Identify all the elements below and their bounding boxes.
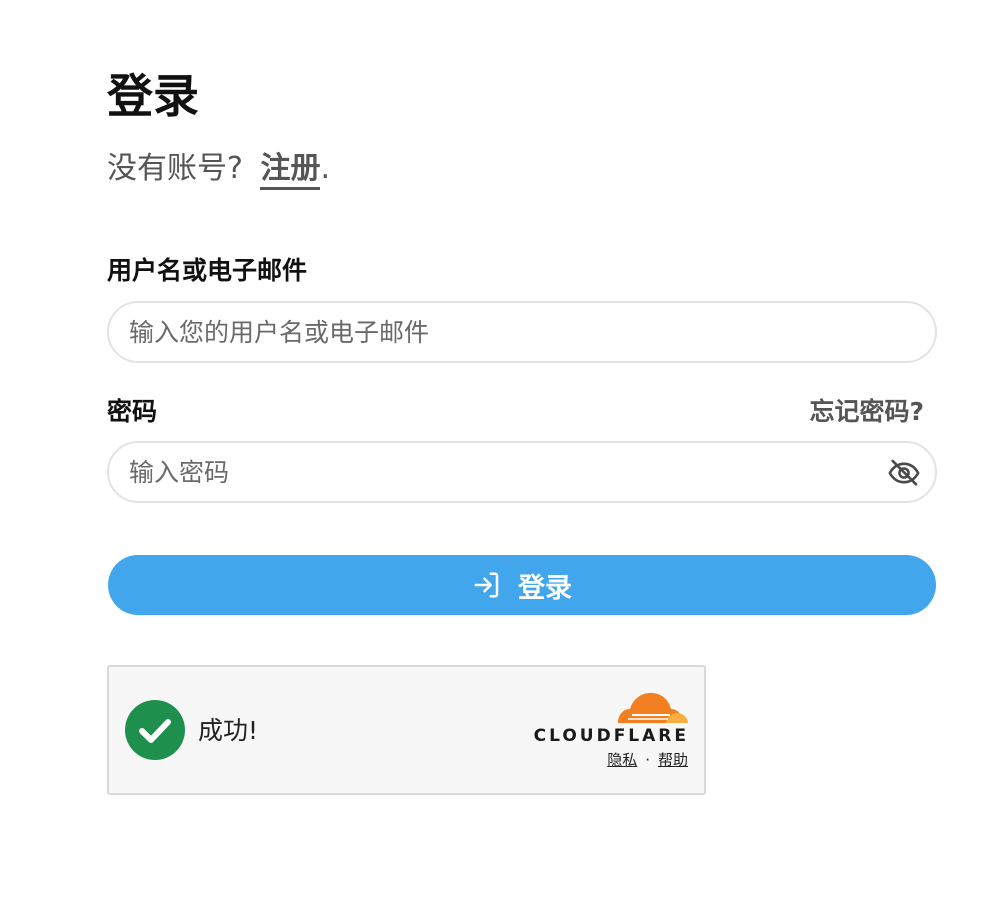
username-input[interactable]	[129, 303, 869, 361]
signup-link[interactable]: 注册	[260, 151, 321, 190]
signup-prompt: 没有账号? 注册.	[107, 148, 330, 190]
password-label: 密码	[107, 397, 158, 426]
login-button[interactable]: 登录	[108, 555, 936, 615]
username-field-wrapper	[107, 301, 937, 363]
link-separator: ·	[645, 751, 650, 769]
signup-suffix: .	[320, 151, 331, 186]
password-field-wrapper	[107, 441, 937, 503]
forgot-password-link[interactable]: 忘记密码?	[809, 395, 924, 429]
privacy-link[interactable]: 隐私	[607, 751, 637, 769]
password-input[interactable]	[129, 443, 869, 501]
help-link[interactable]: 帮助	[658, 751, 688, 769]
cloudflare-wordmark: CLOUDFLARE	[533, 726, 689, 746]
sign-in-icon	[472, 570, 502, 600]
check-circle-icon	[125, 700, 185, 760]
captcha-links: 隐私 · 帮助	[607, 750, 688, 770]
captcha-widget: 成功! CLOUDFLARE 隐私 · 帮助	[107, 665, 706, 795]
login-button-label: 登录	[518, 572, 572, 604]
eye-slash-icon[interactable]	[887, 456, 921, 490]
captcha-status: 成功!	[198, 716, 259, 745]
no-account-text: 没有账号?	[107, 151, 243, 186]
page-title: 登录	[107, 69, 199, 123]
username-label: 用户名或电子邮件	[107, 256, 308, 285]
